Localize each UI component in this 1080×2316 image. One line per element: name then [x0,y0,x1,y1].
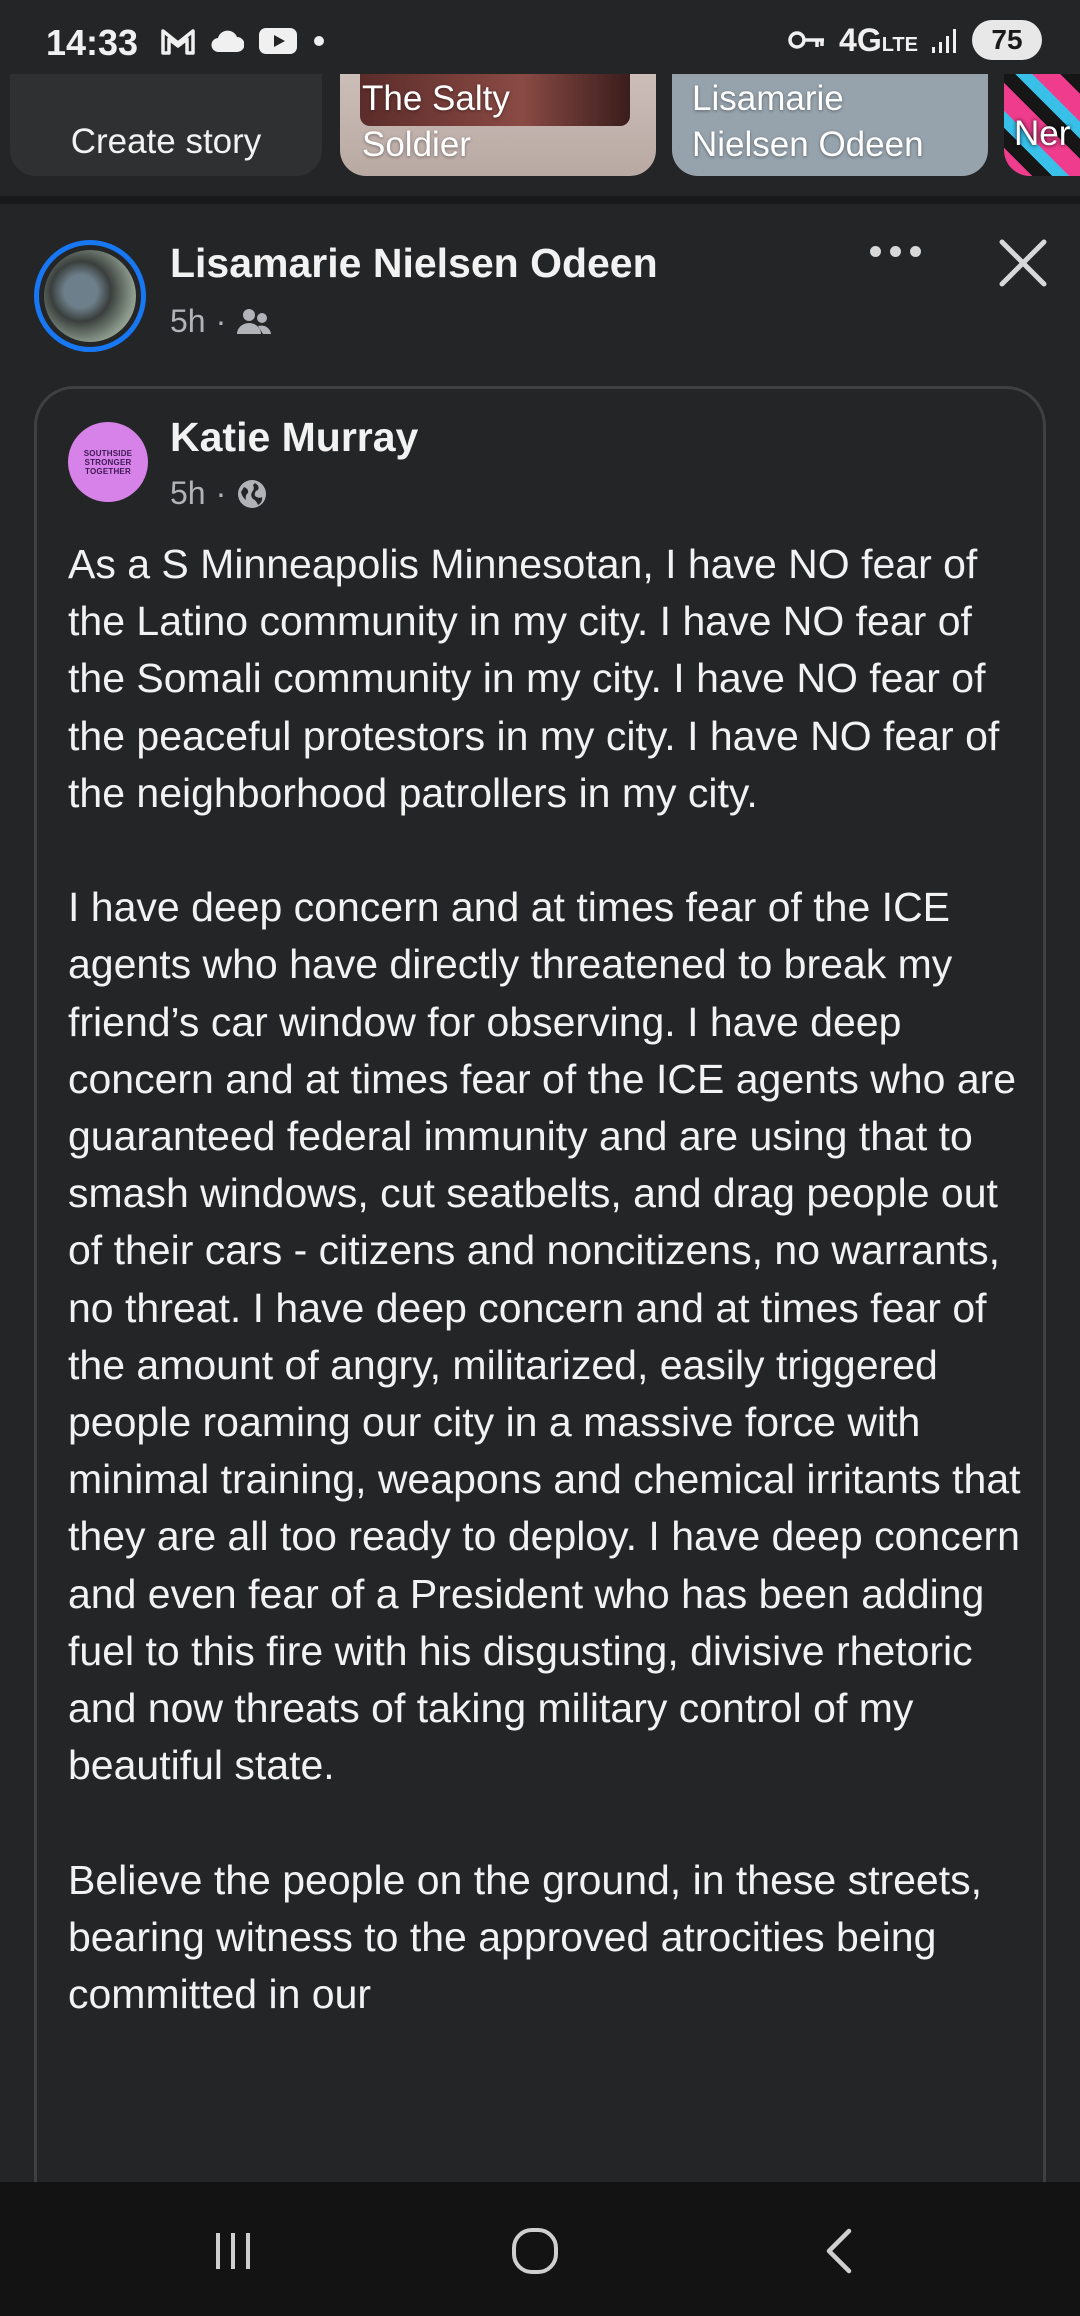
close-icon[interactable] [994,234,1052,292]
vpn-key-icon [788,31,825,49]
gmail-icon [161,29,195,55]
network-type: 4GLTE [839,21,918,58]
post-time: 5h [170,303,206,339]
story-lisamarie[interactable]: Lisamarie Nielsen Odeen [672,74,988,176]
more-options-button[interactable] [870,246,921,257]
shared-author-name[interactable]: Katie Murray [170,414,418,461]
signal-icon [932,29,956,53]
youtube-icon [259,28,297,54]
story-label: Ner [1014,114,1071,153]
story-the-salty-soldier[interactable]: The Salty Soldier [340,74,656,176]
system-icons: 4GLTE 75 [787,20,1042,60]
story-label: The Salty Soldier [362,79,510,164]
home-button[interactable] [500,2216,570,2286]
system-nav-bar [0,2182,1080,2316]
divider [0,196,1080,204]
post-text: As a S Minneapolis Minnesotan, I have NO… [68,541,1021,2018]
post-author-name[interactable]: Lisamarie Nielsen Odeen [170,240,658,287]
status-bar: 14:33 4GLTE 75 [0,0,1080,78]
status-time: 14:33 [46,22,139,63]
back-icon [826,2228,852,2274]
back-button[interactable] [804,2216,874,2286]
home-icon [512,2228,558,2274]
shared-post-meta: 5h · [170,475,268,512]
recent-apps-button[interactable] [198,2216,268,2286]
friends-icon [237,308,272,334]
notification-icons [160,26,326,56]
avatar-photo [44,250,136,342]
network-subtype: LTE [881,33,918,56]
shared-author-avatar[interactable]: SOUTHSIDE STRONGER TOGETHER [68,422,148,502]
story-ner[interactable]: Ner [1004,74,1080,176]
meta-separator: · [215,475,227,511]
dot-icon [314,36,324,46]
post-meta: 5h · [170,303,272,340]
meta-separator: · [215,303,227,339]
battery-indicator: 75 [972,20,1042,60]
story-label: Lisamarie Nielsen Odeen [692,79,924,164]
recent-apps-icon [216,2233,250,2269]
avatar-logo-text: SOUTHSIDE STRONGER TOGETHER [83,448,133,476]
avatar[interactable] [34,240,146,352]
globe-icon [238,479,267,508]
story-create-label: Create story [70,122,262,161]
cloud-icon [211,30,244,53]
shared-post-time: 5h [170,475,206,511]
story-create[interactable]: Create story [10,74,322,176]
stories-strip[interactable]: Create story The Salty Soldier Lisamarie… [0,74,1080,184]
